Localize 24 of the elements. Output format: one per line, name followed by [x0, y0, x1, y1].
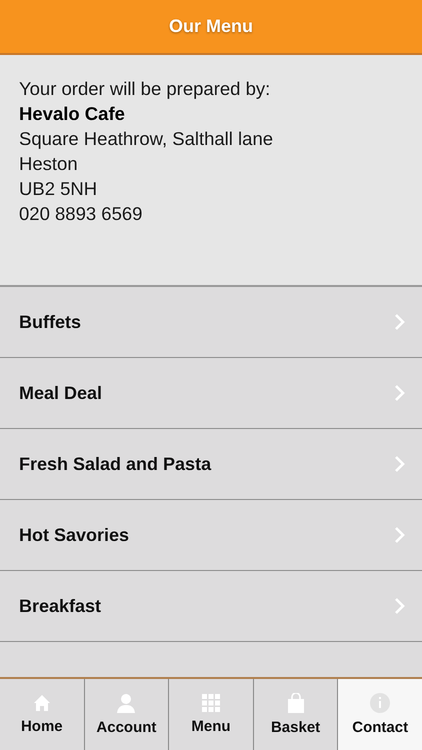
chevron-right-icon — [394, 384, 405, 402]
person-icon — [116, 693, 136, 713]
chevron-right-icon — [394, 313, 405, 331]
info-icon — [370, 693, 390, 713]
tab[interactable]: Account — [84, 679, 170, 750]
category-label: Breakfast — [19, 596, 102, 616]
cafe-name: Hevalo Cafe — [19, 102, 126, 126]
grid-icon — [202, 694, 220, 712]
home-icon — [32, 694, 51, 712]
tab[interactable]: Contact — [338, 679, 422, 750]
chevron-right-icon — [394, 597, 405, 615]
category-label: Meal Deal — [19, 382, 102, 404]
bag-icon — [288, 693, 304, 713]
category-label: Hot Savories — [19, 524, 130, 546]
category-label: Fresh Salad and Pasta — [19, 454, 212, 474]
address-line: Square Heathrow, Salthall lane — [19, 127, 274, 151]
phone-number: 020 8893 6569 — [19, 202, 144, 226]
address-line: UB2 5NH — [19, 177, 98, 201]
category-label: Buffets — [19, 312, 81, 332]
intro-text: Your order will be prepared by: — [19, 77, 272, 101]
chevron-right-icon — [394, 455, 405, 473]
page-title: Our Menu — [169, 16, 253, 37]
address-line: Heston — [19, 152, 79, 176]
chevron-right-icon — [394, 526, 405, 544]
